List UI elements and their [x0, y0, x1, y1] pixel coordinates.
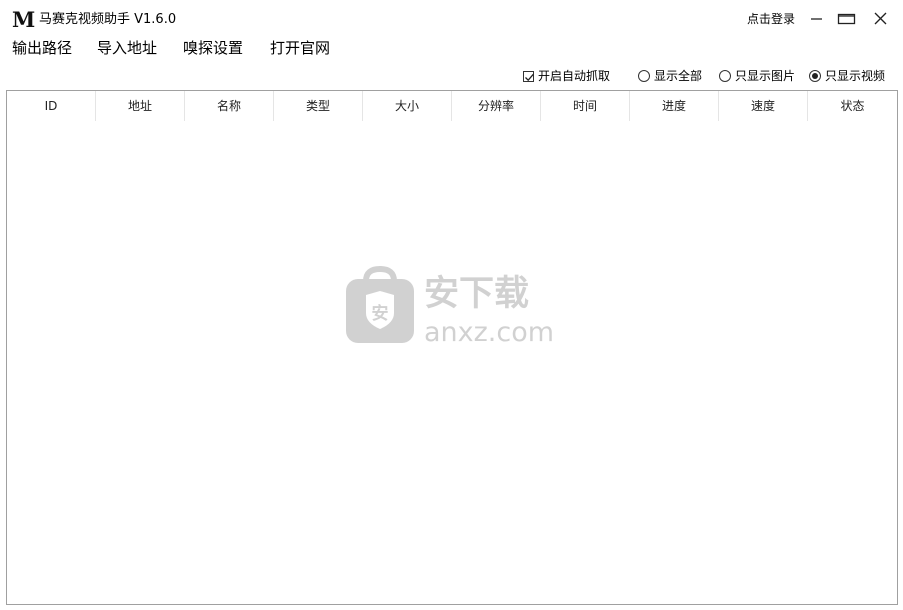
- watermark-shield-icon: 安 安下载 anxz.com: [346, 265, 554, 348]
- watermark-brand: 安下载: [424, 274, 529, 314]
- menu-open-website[interactable]: 打开官网: [270, 38, 330, 58]
- checkbox-box: [523, 70, 534, 82]
- auto-capture-label: 开启自动抓取: [538, 69, 611, 83]
- menu-sniff-settings[interactable]: 嗅探设置: [183, 38, 243, 58]
- radio-show-all[interactable]: 显示全部: [638, 66, 702, 86]
- column-speed[interactable]: 速度: [719, 91, 808, 121]
- close-icon: [874, 12, 887, 25]
- radio-videos-only-label: 只显示视频: [825, 69, 886, 83]
- radio-circle: [719, 70, 731, 82]
- maximize-icon: [837, 13, 856, 25]
- radio-circle-selected: [809, 70, 821, 82]
- checkmark-icon: [525, 73, 534, 81]
- column-type[interactable]: 类型: [274, 91, 363, 121]
- column-progress[interactable]: 进度: [630, 91, 719, 121]
- menu-bar: 输出路径 导入地址 嗅探设置 打开官网: [0, 36, 903, 62]
- column-status[interactable]: 状态: [808, 91, 897, 121]
- radio-images-only[interactable]: 只显示图片: [719, 66, 795, 86]
- radio-videos-only[interactable]: 只显示视频: [809, 66, 885, 86]
- minimize-icon: [811, 18, 822, 20]
- table-header: ID 地址 名称 类型 大小 分辨率 时间 进度 速度 状态: [7, 91, 897, 121]
- capture-table[interactable]: ID 地址 名称 类型 大小 分辨率 时间 进度 速度 状态 安 安下载 anx…: [6, 90, 898, 605]
- close-button[interactable]: [868, 8, 892, 30]
- column-address[interactable]: 地址: [96, 91, 185, 121]
- column-resolution[interactable]: 分辨率: [452, 91, 541, 121]
- minimize-button[interactable]: [805, 8, 829, 30]
- radio-images-only-label: 只显示图片: [735, 69, 796, 83]
- watermark: 安 安下载 anxz.com: [344, 263, 574, 353]
- app-title: 马赛克视频助手 V1.6.0: [39, 12, 177, 27]
- maximize-button[interactable]: [835, 8, 859, 30]
- options-row: 开启自动抓取 显示全部 只显示图片 只显示视频: [0, 66, 903, 86]
- column-time[interactable]: 时间: [541, 91, 630, 121]
- watermark-badge: 安: [372, 303, 389, 324]
- title-bar: M 马赛克视频助手 V1.6.0 点击登录: [0, 0, 903, 36]
- column-size[interactable]: 大小: [363, 91, 452, 121]
- auto-capture-checkbox[interactable]: 开启自动抓取: [523, 66, 610, 86]
- watermark-domain: anxz.com: [424, 317, 554, 348]
- column-name[interactable]: 名称: [185, 91, 274, 121]
- menu-output-path[interactable]: 输出路径: [12, 38, 72, 58]
- menu-import-address[interactable]: 导入地址: [97, 38, 157, 58]
- column-id[interactable]: ID: [7, 91, 96, 121]
- login-link[interactable]: 点击登录: [747, 10, 795, 28]
- radio-show-all-label: 显示全部: [654, 69, 703, 83]
- app-logo: M: [12, 7, 35, 32]
- radio-circle: [638, 70, 650, 82]
